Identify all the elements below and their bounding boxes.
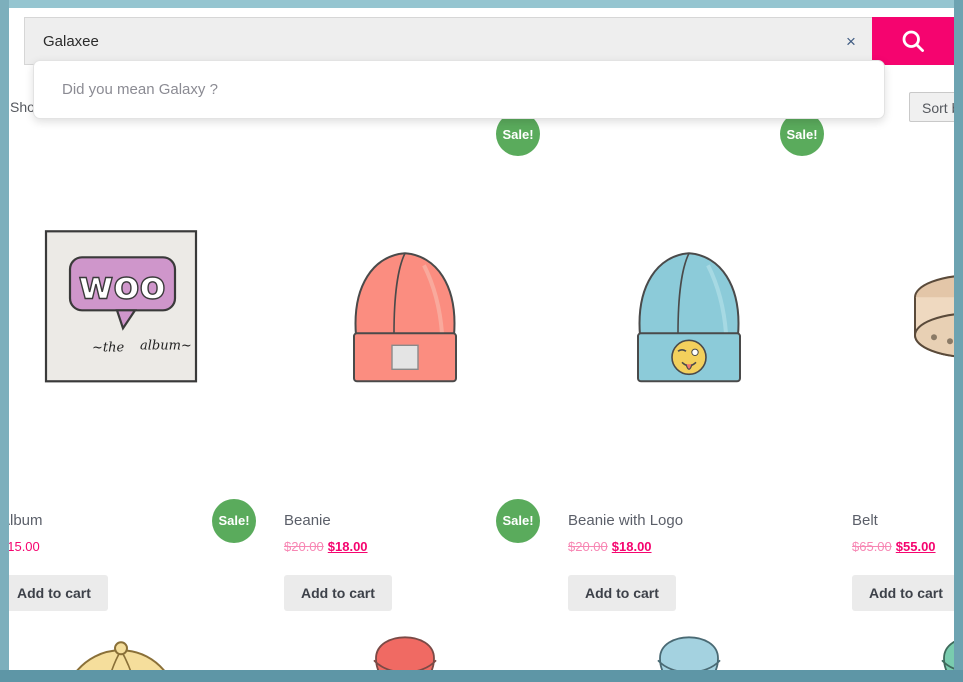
product-image-link[interactable]: woo ~the album~ [9,124,242,489]
svg-text:album~: album~ [140,338,192,353]
search-field-wrapper: × [24,17,872,65]
sale-badge: Sale! [496,498,540,543]
search-overlay: × [24,17,954,65]
search-input[interactable] [25,18,830,64]
product-image-link[interactable] [568,510,810,670]
clear-search-icon[interactable]: × [830,18,872,64]
product-card: Sale!Hoodie$45.00$42.00Add to cart [284,498,540,670]
product-card: Hoodie with Pocket$45.00Add to cart [852,510,954,670]
product-image-link[interactable] [284,124,526,489]
sort-by-select[interactable]: Sort by popularitySort by average rating… [909,92,954,122]
product-image-link[interactable] [852,124,954,489]
product-image-link[interactable] [568,124,810,489]
svg-text:woo: woo [78,263,165,307]
browser-viewport: Showing 1–12 of 19 results Sort by popul… [0,0,963,682]
search-submit-button[interactable] [872,17,954,65]
search-icon [899,27,927,55]
product-card: Sale!Belt$65.00$55.00Add to cart [852,124,954,612]
window-frame-bottom [0,670,963,682]
window-frame-left [0,0,9,682]
window-frame-top [0,0,963,8]
product-card: woo~thealbum~Album$15.00Add to cart [9,124,242,612]
search-suggestions-dropdown: Did you mean Galaxy ? [33,60,885,119]
search-suggestion-item[interactable]: Did you mean Galaxy ? [34,67,884,112]
product-card: Sale!Beanie with Logo$20.00$18.00Add to … [568,112,824,612]
product-card: Sale!Cap$18.00$16.00Add to cart [9,498,256,670]
product-card: Sale!Beanie$20.00$18.00Add to cart [284,112,540,612]
product-image-link[interactable] [284,510,526,670]
product-image-link[interactable] [9,510,242,670]
product-grid: woo~thealbum~Album$15.00Add to cartSale!… [9,112,954,670]
svg-text:~the: ~the [92,340,124,355]
sale-badge: Sale! [212,498,256,543]
product-card: Hoodie with Logo$45.00Add to cart [568,510,810,670]
product-image-link[interactable] [852,510,954,670]
shop-page: Showing 1–12 of 19 results Sort by popul… [9,8,954,670]
window-frame-right [954,0,963,682]
